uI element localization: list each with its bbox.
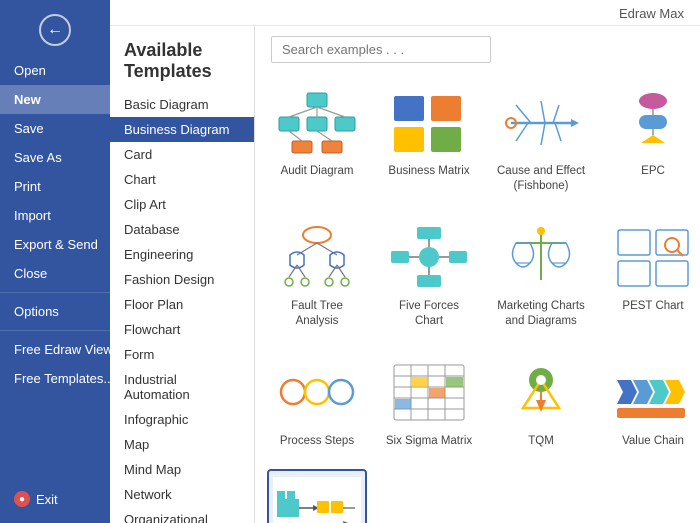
exit-icon: ● bbox=[14, 491, 30, 507]
template-item-fiveforces[interactable]: Five Forces Chart bbox=[379, 214, 479, 337]
template-thumb-matrix bbox=[385, 87, 473, 159]
sidebar-divider bbox=[0, 292, 110, 293]
sidebar-item-exit[interactable]: ● Exit bbox=[0, 483, 110, 515]
template-thumb-pest bbox=[609, 222, 697, 294]
sidebar-item-free-viewer[interactable]: Free Edraw Viewer bbox=[0, 335, 110, 364]
category-item-mindmap[interactable]: Mind Map bbox=[110, 457, 254, 482]
category-item-engineering[interactable]: Engineering bbox=[110, 242, 254, 267]
template-thumb-tqm bbox=[497, 357, 585, 429]
template-thumb-fiveforces bbox=[385, 222, 473, 294]
template-label-pest: PEST Chart bbox=[622, 299, 683, 314]
template-thumb-epc bbox=[609, 87, 697, 159]
template-grid: Audit Diagram Business Matrix bbox=[255, 71, 700, 523]
back-button[interactable]: ← bbox=[0, 0, 110, 56]
sidebar-divider2 bbox=[0, 330, 110, 331]
sidebar-item-close[interactable]: Close bbox=[0, 259, 110, 288]
template-item-valuechain[interactable]: Value Chain bbox=[603, 349, 700, 457]
category-item-clipart[interactable]: Clip Art bbox=[110, 192, 254, 217]
template-item-marketing[interactable]: Marketing Charts and Diagrams bbox=[491, 214, 591, 337]
template-label-fiveforces: Five Forces Chart bbox=[385, 299, 473, 329]
template-label-matrix: Business Matrix bbox=[388, 164, 469, 179]
template-item-process[interactable]: Process Steps bbox=[267, 349, 367, 457]
category-list: Basic Diagram Business Diagram Card Char… bbox=[110, 92, 254, 523]
template-label-sixsigma: Six Sigma Matrix bbox=[386, 434, 472, 449]
template-item-pest[interactable]: PEST Chart bbox=[603, 214, 700, 337]
search-input[interactable] bbox=[271, 36, 491, 63]
category-item-database[interactable]: Database bbox=[110, 217, 254, 242]
sidebar-item-saveas[interactable]: Save As bbox=[0, 143, 110, 172]
template-label-cause: Cause and Effect (Fishbone) bbox=[497, 164, 585, 194]
category-panel: Available Templates Basic Diagram Busine… bbox=[110, 26, 255, 523]
template-label-marketing: Marketing Charts and Diagrams bbox=[497, 299, 585, 329]
sidebar-item-import[interactable]: Import bbox=[0, 201, 110, 230]
template-label-process: Process Steps bbox=[280, 434, 354, 449]
back-circle-icon[interactable]: ← bbox=[39, 14, 71, 46]
sidebar: ← Open New Save Save As Print Import Exp… bbox=[0, 0, 110, 523]
template-label-fault: Fault Tree Analysis bbox=[273, 299, 361, 329]
content-area: Available Templates Basic Diagram Busine… bbox=[110, 26, 700, 523]
template-thumb-marketing bbox=[497, 222, 585, 294]
template-item-cause[interactable]: Cause and Effect (Fishbone) bbox=[491, 79, 591, 202]
sidebar-item-print[interactable]: Print bbox=[0, 172, 110, 201]
template-thumb-sixsigma bbox=[385, 357, 473, 429]
category-item-network[interactable]: Network bbox=[110, 482, 254, 507]
template-label-valuechain: Value Chain bbox=[622, 434, 684, 449]
category-item-flowchart[interactable]: Flowchart bbox=[110, 317, 254, 342]
category-item-fashion[interactable]: Fashion Design bbox=[110, 267, 254, 292]
category-item-org[interactable]: Organizational Chart bbox=[110, 507, 254, 523]
category-item-infographic[interactable]: Infographic bbox=[110, 407, 254, 432]
category-item-basic[interactable]: Basic Diagram bbox=[110, 92, 254, 117]
template-thumb-audit bbox=[273, 87, 361, 159]
template-thumb-cause bbox=[497, 87, 585, 159]
template-item-tqm[interactable]: TQM bbox=[491, 349, 591, 457]
template-label-audit: Audit Diagram bbox=[281, 164, 354, 179]
category-item-chart[interactable]: Chart bbox=[110, 167, 254, 192]
category-item-industrial[interactable]: Industrial Automation bbox=[110, 367, 254, 407]
app-title-bar: Edraw Max bbox=[110, 0, 700, 26]
panel-title: Available Templates bbox=[110, 26, 254, 92]
template-thumb-process bbox=[273, 357, 361, 429]
template-item-sixsigma[interactable]: Six Sigma Matrix bbox=[379, 349, 479, 457]
template-thumb-valuechain bbox=[609, 357, 697, 429]
category-item-floorplan[interactable]: Floor Plan bbox=[110, 292, 254, 317]
sidebar-item-new[interactable]: New bbox=[0, 85, 110, 114]
template-thumb-valuestream bbox=[273, 477, 361, 523]
template-item-valuestream[interactable]: Value Stream Mapping bbox=[267, 469, 367, 523]
category-item-card[interactable]: Card bbox=[110, 142, 254, 167]
sidebar-item-save[interactable]: Save bbox=[0, 114, 110, 143]
template-panel: Audit Diagram Business Matrix bbox=[255, 26, 700, 523]
template-item-audit[interactable]: Audit Diagram bbox=[267, 79, 367, 202]
sidebar-menu: Open New Save Save As Print Import Expor… bbox=[0, 56, 110, 523]
template-item-matrix[interactable]: Business Matrix bbox=[379, 79, 479, 202]
template-label-epc: EPC bbox=[641, 164, 665, 179]
sidebar-item-free-templates[interactable]: Free Templates... bbox=[0, 364, 110, 393]
sidebar-item-options[interactable]: Options bbox=[0, 297, 110, 326]
app-title: Edraw Max bbox=[619, 6, 684, 21]
exit-label: Exit bbox=[36, 492, 58, 507]
search-bar bbox=[255, 26, 700, 71]
category-item-form[interactable]: Form bbox=[110, 342, 254, 367]
main-area: Edraw Max Available Templates Basic Diag… bbox=[110, 0, 700, 523]
category-item-map[interactable]: Map bbox=[110, 432, 254, 457]
template-label-tqm: TQM bbox=[528, 434, 554, 449]
category-item-business[interactable]: Business Diagram bbox=[110, 117, 254, 142]
template-item-epc[interactable]: EPC bbox=[603, 79, 700, 202]
template-thumb-fault bbox=[273, 222, 361, 294]
sidebar-item-open[interactable]: Open bbox=[0, 56, 110, 85]
template-item-fault[interactable]: Fault Tree Analysis bbox=[267, 214, 367, 337]
sidebar-item-export[interactable]: Export & Send bbox=[0, 230, 110, 259]
